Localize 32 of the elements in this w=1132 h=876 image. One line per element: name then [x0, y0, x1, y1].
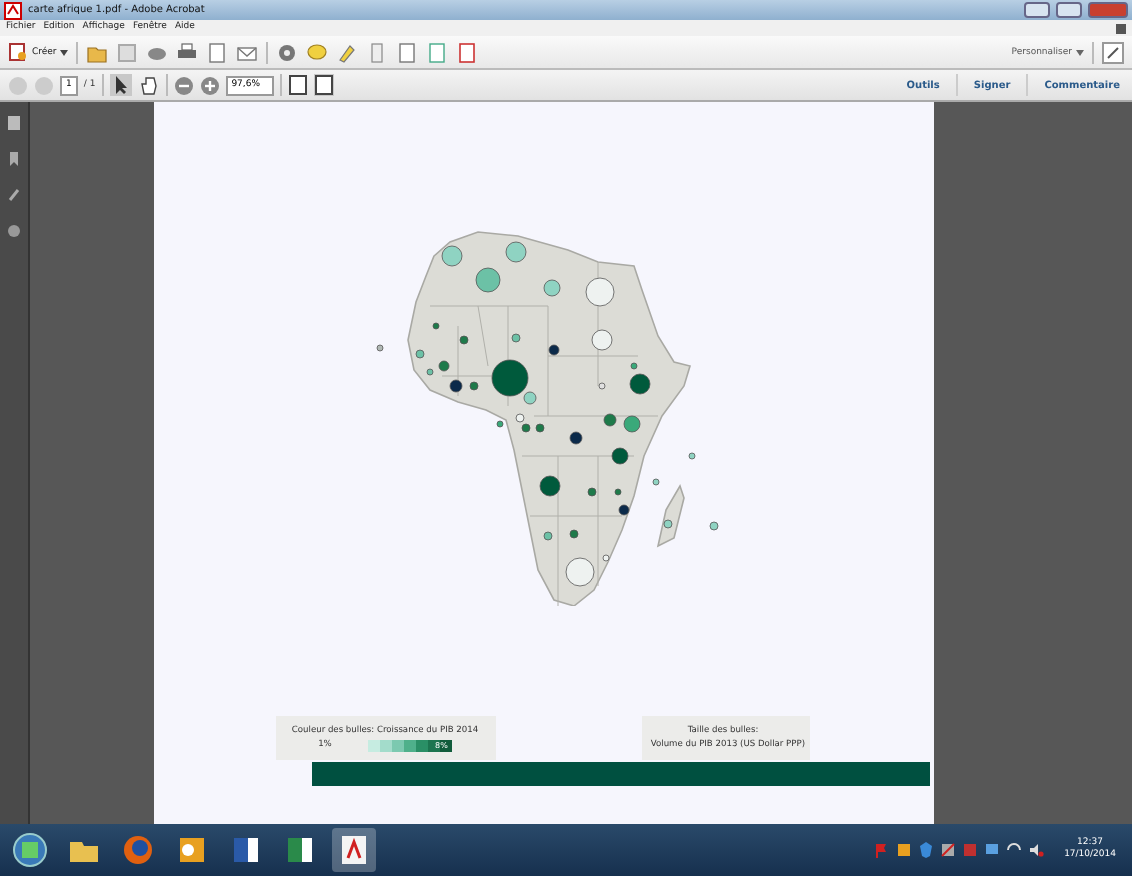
gear-icon[interactable] — [276, 41, 299, 63]
shield-icon[interactable] — [918, 842, 935, 858]
flag-icon[interactable] — [874, 842, 891, 858]
close-document-button[interactable] — [1116, 23, 1126, 33]
maximize-button[interactable] — [1056, 2, 1082, 18]
network-icon[interactable] — [940, 842, 957, 858]
hand-icon[interactable] — [137, 74, 160, 96]
expand-icon[interactable] — [1102, 41, 1124, 63]
bookmark-icon[interactable] — [6, 150, 22, 168]
document-icon[interactable] — [426, 41, 449, 63]
zoom-out-icon[interactable] — [173, 75, 194, 95]
document-icon — [8, 42, 28, 62]
document-icon[interactable] — [206, 41, 229, 63]
fit-width-icon[interactable] — [287, 74, 308, 96]
start-button[interactable] — [8, 828, 52, 872]
caret-icon — [1076, 49, 1084, 55]
speech-bubble-icon[interactable] — [306, 41, 329, 63]
minimize-button[interactable] — [1024, 2, 1050, 18]
caret-icon — [60, 49, 69, 55]
document-icon[interactable] — [396, 41, 419, 63]
printer-icon[interactable] — [176, 41, 199, 63]
speaker-icon[interactable] — [1028, 842, 1045, 858]
zoom-in-icon[interactable] — [199, 75, 220, 95]
pdf-app-icon[interactable] — [332, 828, 376, 872]
fit-page-icon[interactable] — [313, 74, 334, 96]
pdf-icon[interactable] — [456, 41, 479, 63]
monitor-icon[interactable] — [984, 842, 1001, 858]
pages-icon[interactable] — [6, 114, 22, 132]
highlighter-icon[interactable] — [336, 41, 359, 63]
pdf-icon — [4, 1, 22, 19]
cursor-icon[interactable] — [109, 74, 132, 96]
envelope-icon[interactable] — [236, 41, 259, 63]
